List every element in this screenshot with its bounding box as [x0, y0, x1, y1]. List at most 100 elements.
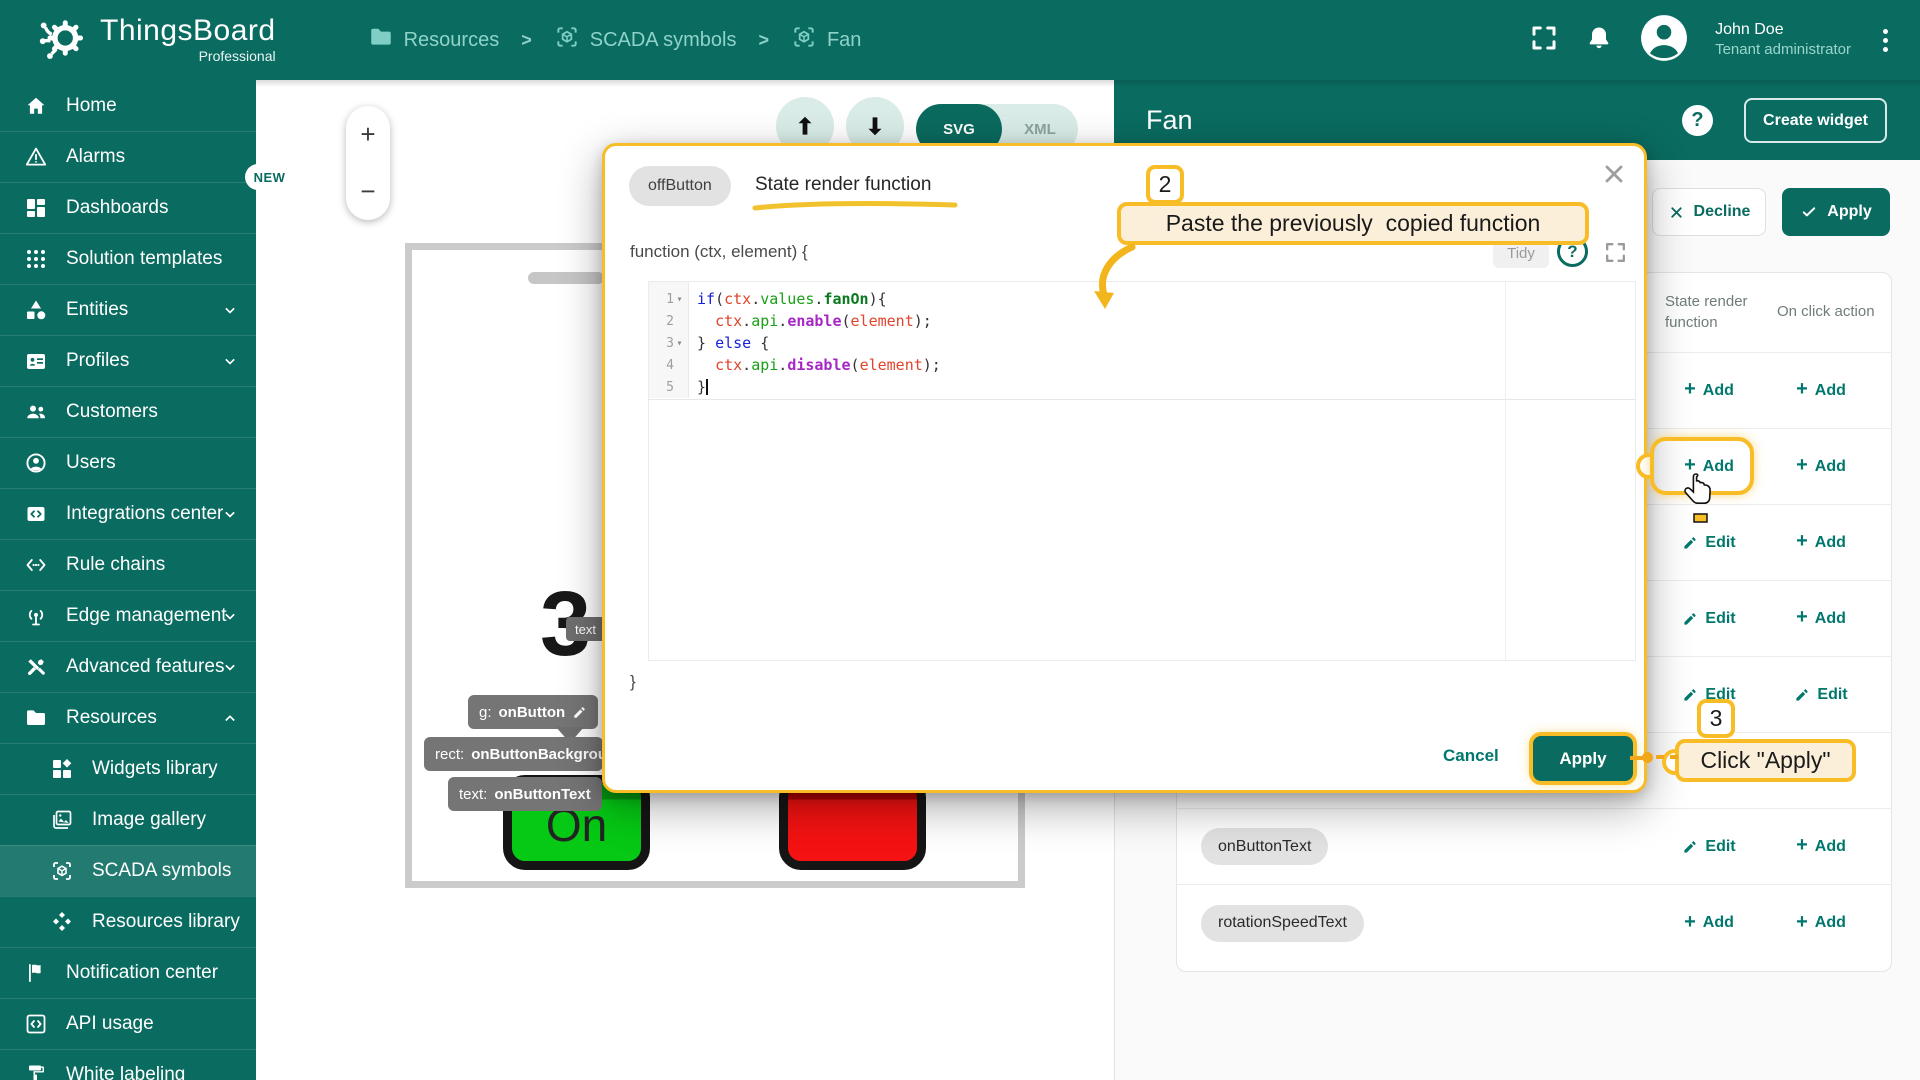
- user-circle-icon: [24, 451, 48, 475]
- header-shadow: [256, 80, 1920, 87]
- edit-state-render-button[interactable]: Edit: [1653, 610, 1765, 628]
- text-onbuttontext-tag[interactable]: text: onButtonText: [448, 777, 602, 811]
- sidebar-item-resources[interactable]: Resources: [0, 692, 256, 743]
- edit-click-action-button[interactable]: Edit: [1765, 686, 1877, 704]
- sidebar-item-image-gallery[interactable]: Image gallery: [0, 794, 256, 845]
- code-line[interactable]: } else {: [697, 332, 1635, 354]
- column-header-on-click: On click action: [1777, 303, 1875, 321]
- zoom-in-button[interactable]: +: [346, 106, 390, 163]
- logo[interactable]: ThingsBoard Professional: [36, 11, 276, 70]
- zoom-out-button[interactable]: −: [346, 163, 390, 220]
- add-click-action-button[interactable]: +Add: [1765, 911, 1877, 934]
- sidebar-item-widgets-library[interactable]: Widgets library: [0, 743, 256, 794]
- user-info[interactable]: John Doe Tenant administrator: [1715, 20, 1851, 60]
- fullscreen-icon[interactable]: [1529, 23, 1559, 58]
- sidebar-item-users[interactable]: Users: [0, 437, 256, 488]
- closing-brace: }: [630, 672, 636, 691]
- breadcrumb: Resources > SCADA symbols > Fan: [368, 24, 861, 56]
- element-chip[interactable]: onButtonText: [1201, 828, 1329, 865]
- image-gallery-icon: [50, 808, 74, 832]
- edit-state-render-button[interactable]: Edit: [1653, 534, 1765, 552]
- rect-onbuttonbackground-tag[interactable]: rect: onButtonBackgrou: [424, 737, 603, 771]
- sidebar-item-home[interactable]: Home: [0, 80, 256, 131]
- code-line[interactable]: ctx.api.enable(element);: [697, 310, 1635, 332]
- panel-apply-button[interactable]: Apply: [1782, 188, 1890, 236]
- close-icon: [1670, 206, 1682, 218]
- sidebar-item-customers[interactable]: Customers: [0, 386, 256, 437]
- api-usage-icon: [24, 1012, 48, 1036]
- app-title: ThingsBoard: [100, 14, 276, 47]
- xml-tab[interactable]: XML: [1002, 121, 1078, 138]
- sidebar-item-edge-management[interactable]: Edge management: [0, 590, 256, 641]
- sidebar-item-solution-templates[interactable]: Solution templates: [0, 233, 256, 284]
- sidebar-item-dashboards[interactable]: Dashboards: [0, 182, 256, 233]
- add-state-render-button[interactable]: + Add: [1653, 378, 1765, 401]
- edit-pencil-icon[interactable]: [572, 705, 587, 720]
- tutorial-callout-paste: Paste the previously copied function: [1117, 202, 1589, 245]
- paint-icon: [24, 1063, 48, 1080]
- g-onbutton-tag[interactable]: g: onButton: [468, 695, 599, 729]
- scada-symbol-icon: [554, 24, 580, 56]
- dashboards-icon: [24, 196, 48, 220]
- add-click-action-button[interactable]: +Add: [1765, 454, 1877, 477]
- breadcrumb-scada-symbols[interactable]: SCADA symbols: [554, 24, 736, 56]
- close-dialog-icon[interactable]: [1600, 160, 1628, 188]
- top-bar: ThingsBoard Professional Resources > SCA…: [0, 0, 1920, 80]
- customers-icon: [24, 400, 48, 424]
- add-click-action-button[interactable]: +Add: [1765, 834, 1877, 857]
- breadcrumb-resources[interactable]: Resources: [368, 24, 499, 56]
- solution-templates-icon: [24, 247, 48, 271]
- flag-icon: [24, 961, 48, 985]
- sidebar-item-scada-symbols[interactable]: SCADA symbols: [0, 845, 256, 896]
- code-editor[interactable]: 1 ▾ 2 3 ▾ 4 5 if(ctx.values.fanOn){ ctx.api.en…: [648, 281, 1636, 661]
- more-menu-icon[interactable]: [1877, 23, 1894, 58]
- offbutton-chip[interactable]: offButton: [629, 166, 731, 206]
- edit-pencil-icon: [1684, 840, 1697, 853]
- sidebar-item-integrations-center[interactable]: Integrations center: [0, 488, 256, 539]
- plus-icon: +: [1796, 378, 1808, 400]
- sidebar-item-entities[interactable]: Entities: [0, 284, 256, 335]
- tutorial-arrow: [1094, 243, 1136, 309]
- decline-button[interactable]: Decline: [1652, 188, 1766, 236]
- cancel-button[interactable]: Cancel: [1443, 746, 1499, 766]
- element-chip[interactable]: rotationSpeedText: [1201, 904, 1364, 942]
- add-click-action-button[interactable]: +Add: [1765, 530, 1877, 553]
- code-content[interactable]: if(ctx.values.fanOn){ ctx.api.enable(ele…: [689, 282, 1635, 660]
- sidebar-item-alarms[interactable]: Alarms: [0, 131, 256, 182]
- edit-state-render-button[interactable]: Edit: [1653, 838, 1765, 856]
- help-button[interactable]: ?: [1682, 105, 1713, 136]
- tab-state-render-function[interactable]: State render function: [755, 174, 931, 196]
- alarm-warning-icon: [24, 145, 48, 169]
- add-state-render-button[interactable]: + Add: [1653, 911, 1765, 934]
- sidebar-item-notification-center[interactable]: Notification center: [0, 947, 256, 998]
- code-line[interactable]: }: [697, 376, 1635, 398]
- dialog-apply-button[interactable]: Apply: [1533, 736, 1633, 781]
- chevron-down-icon: [220, 300, 240, 320]
- edit-pencil-icon: [1796, 688, 1809, 701]
- sidebar-item-white-labeling[interactable]: White labeling: [0, 1049, 256, 1080]
- sidebar-item-rule-chains[interactable]: Rule chains: [0, 539, 256, 590]
- avatar[interactable]: [1639, 13, 1689, 68]
- add-click-action-button[interactable]: +Add: [1765, 606, 1877, 629]
- add-click-action-button[interactable]: +Add: [1765, 378, 1877, 401]
- app-edition: Professional: [198, 48, 276, 64]
- plus-icon: +: [1796, 834, 1808, 856]
- sidebar: Home Alarms Dashboards Solution template…: [0, 80, 256, 1080]
- sidebar-item-advanced-features[interactable]: Advanced features: [0, 641, 256, 692]
- code-line[interactable]: ctx.api.disable(element);: [697, 354, 1635, 376]
- breadcrumb-fan[interactable]: Fan: [791, 24, 861, 56]
- arrow-up-icon: [798, 116, 812, 135]
- notifications-bell-icon[interactable]: [1585, 24, 1613, 57]
- sidebar-item-api-usage[interactable]: API usage: [0, 998, 256, 1049]
- text-element-mini-tag[interactable]: text: [566, 617, 605, 641]
- sidebar-item-profiles[interactable]: Profiles: [0, 335, 256, 386]
- plus-icon: +: [1796, 530, 1808, 552]
- expand-editor-icon[interactable]: [1603, 240, 1628, 265]
- code-line[interactable]: if(ctx.values.fanOn){: [697, 288, 1635, 310]
- user-name: John Doe: [1715, 21, 1784, 38]
- chevron-up-icon: [220, 708, 240, 728]
- table-row-rotationspeedtext: rotationSpeedText + Add + Add: [1177, 885, 1891, 961]
- create-widget-button[interactable]: Create widget: [1744, 98, 1887, 143]
- sidebar-item-resources-library[interactable]: Resources library: [0, 896, 256, 947]
- thingsboard-logo-icon: [36, 11, 90, 70]
